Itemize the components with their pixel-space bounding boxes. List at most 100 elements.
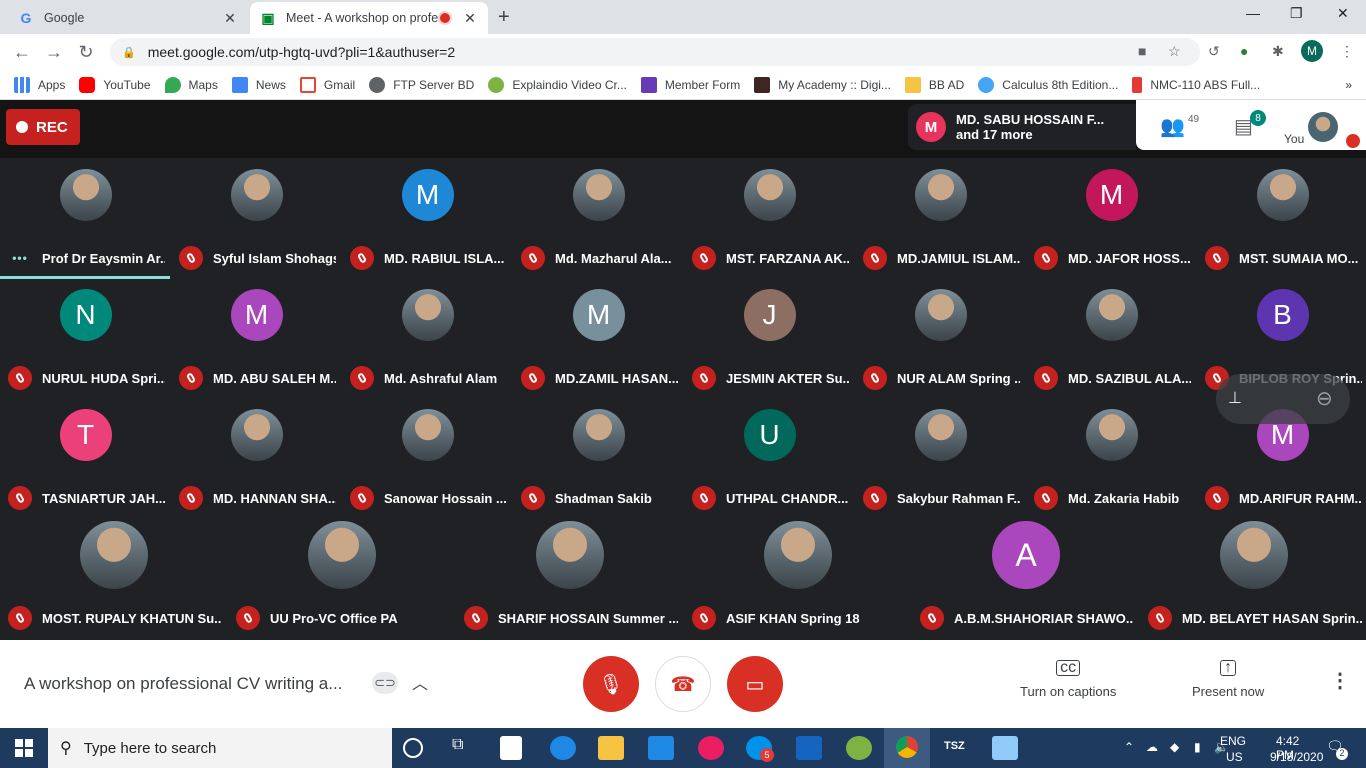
reload-button[interactable]: ↻ <box>70 42 102 63</box>
bookmark-maps[interactable]: Maps <box>164 76 218 93</box>
file-explorer-icon[interactable] <box>598 736 624 760</box>
apps-icon <box>14 76 30 93</box>
menu-icon[interactable]: ⋮ <box>1340 43 1354 60</box>
network-icon[interactable]: ▮ <box>1194 740 1201 754</box>
more-options-button[interactable]: ⋮ <box>1330 668 1350 693</box>
participant-tile[interactable]: MST. FARZANA AK... <box>684 158 855 278</box>
participant-tile[interactable]: ASIF KHAN Spring 18 <box>684 518 912 638</box>
people-icon[interactable]: 👥 <box>1160 114 1185 139</box>
remove-icon[interactable]: ⊖ <box>1316 386 1333 411</box>
app-icon[interactable] <box>698 736 724 760</box>
app-tsz-icon[interactable]: TSZ <box>944 740 970 764</box>
star-icon[interactable]: ☆ <box>1168 43 1181 60</box>
close-icon[interactable]: ✕ <box>462 10 478 27</box>
back-button[interactable]: ← <box>6 42 38 63</box>
new-tab-button[interactable]: + <box>498 6 510 29</box>
bookmark-nmc[interactable]: NMC-110 ABS Full... <box>1132 76 1260 93</box>
attachment-icon[interactable]: ⊂⊃ <box>372 672 398 694</box>
participant-tile[interactable]: MOST. RUPALY KHATUN Su... <box>0 518 228 638</box>
bookmark-calculus[interactable]: Calculus 8th Edition... <box>978 76 1118 93</box>
participant-tile[interactable]: Md. Zakaria Habib <box>1026 398 1197 518</box>
participant-tile[interactable]: MD.JAMIUL ISLAM... <box>855 158 1026 278</box>
word-icon[interactable] <box>796 736 822 760</box>
participant-tile[interactable]: A A.B.M.SHAHORIAR SHAWO... <box>912 518 1140 638</box>
bookmark-youtube[interactable]: YouTube <box>79 76 151 93</box>
bookmark-apps[interactable]: Apps <box>14 76 65 93</box>
participant-tile[interactable]: Sanowar Hossain ... <box>342 398 513 518</box>
participant-avatar <box>764 521 832 589</box>
participant-tile[interactable]: Md. Ashraful Alam <box>342 278 513 398</box>
tab-meet[interactable]: ▣ Meet - A workshop on profe ✕ <box>250 2 488 34</box>
participant-name: MD.ZAMIL HASAN... <box>555 370 678 386</box>
close-window-button[interactable]: ✕ <box>1337 5 1349 22</box>
leave-call-button[interactable]: ☎ <box>655 656 711 712</box>
participant-tile[interactable]: M MD. JAFOR HOSS... <box>1026 158 1197 278</box>
globe-extension-icon[interactable]: ● <box>1240 43 1248 59</box>
chevron-up-icon[interactable]: ︿ <box>412 670 428 694</box>
bookmark-my-academy[interactable]: My Academy :: Digi... <box>754 76 891 93</box>
mail-icon[interactable] <box>648 736 674 760</box>
participant-tile[interactable]: M MD. RABIUL ISLA... <box>342 158 513 278</box>
store-icon[interactable] <box>500 736 522 760</box>
language-indicator[interactable]: ENG <box>1220 734 1246 748</box>
captions-button[interactable]: cc Turn on captions <box>1020 660 1116 700</box>
url-input[interactable]: 🔒 meet.google.com/utp-hgtq-uvd?pli=1&aut… <box>110 38 1200 66</box>
participant-tile[interactable]: MD. SAZIBUL ALA... <box>1026 278 1197 398</box>
notes-icon[interactable] <box>992 736 1018 760</box>
participant-tile[interactable]: U UTHPAL CHANDR... <box>684 398 855 518</box>
minimize-button[interactable]: — <box>1246 5 1260 21</box>
tab-google[interactable]: G Google ✕ <box>8 2 248 34</box>
presenter-card[interactable]: M MD. SABU HOSSAIN F... and 17 more <box>908 104 1136 150</box>
forward-button[interactable]: → <box>38 42 70 63</box>
participant-tile[interactable]: Syful Islam Shohags <box>171 158 342 278</box>
chrome-taskbar-item[interactable] <box>884 728 930 768</box>
bookmarks-overflow-button[interactable]: » <box>1345 78 1352 92</box>
present-now-button[interactable]: ↑ Present now <box>1192 660 1264 700</box>
participant-tile[interactable]: MD. BELAYET HASAN Sprin... <box>1140 518 1366 638</box>
bookmark-news[interactable]: News <box>231 76 286 93</box>
close-icon[interactable]: ✕ <box>222 10 238 27</box>
participant-tile[interactable]: ••• Prof Dr Eaysmin Ar... <box>0 158 171 279</box>
profile-avatar[interactable]: M <box>1301 40 1323 62</box>
edge-icon[interactable] <box>550 736 576 760</box>
participant-tile[interactable]: M MD.ZAMIL HASAN... <box>513 278 684 398</box>
bookmark-ftp[interactable]: FTP Server BD <box>369 76 474 93</box>
participant-tile[interactable]: J JESMIN AKTER Su... <box>684 278 855 398</box>
utorrent-icon[interactable] <box>846 736 872 760</box>
bookmark-member-form[interactable]: Member Form <box>640 76 740 93</box>
dropbox-icon[interactable]: ◆ <box>1170 740 1179 754</box>
participant-tile[interactable]: T TASNIARTUR JAH... <box>0 398 171 518</box>
mic-off-icon <box>179 366 203 390</box>
participant-tile[interactable]: NUR ALAM Spring ... <box>855 278 1026 398</box>
mic-toggle-button[interactable]: 🎙 <box>583 656 639 712</box>
history-icon[interactable]: ↺ <box>1208 43 1220 60</box>
bookmark-gmail[interactable]: Gmail <box>299 76 355 93</box>
participant-tile[interactable]: Shadman Sakib <box>513 398 684 518</box>
participants-panel: 👥 49 ▤ 8 You <box>1136 100 1366 150</box>
taskbar-search[interactable]: ⚲ Type here to search <box>48 728 392 768</box>
participant-grid: ••• Prof Dr Eaysmin Ar... Syful Islam Shoh… <box>0 158 1366 640</box>
maximize-button[interactable]: ❐ <box>1290 5 1303 22</box>
participant-tile[interactable]: Sakybur Rahman F... <box>855 398 1026 518</box>
extensions-icon[interactable]: ✱ <box>1272 43 1284 60</box>
camera-toggle-button[interactable]: ▭ <box>727 656 783 712</box>
participant-tile[interactable]: M MD. ABU SALEH M... <box>171 278 342 398</box>
participant-tile[interactable]: MD. HANNAN SHA... <box>171 398 342 518</box>
pin-icon[interactable]: ⊥ <box>1228 388 1242 408</box>
cloud-icon[interactable]: ☁ <box>1146 740 1158 754</box>
participant-tile[interactable]: SHARIF HOSSAIN Summer ... <box>456 518 684 638</box>
start-button[interactable] <box>0 728 48 768</box>
participant-tile[interactable]: N NURUL HUDA Spri... <box>0 278 171 398</box>
meeting-title[interactable]: A workshop on professional CV writing a.… <box>24 674 342 694</box>
task-view-icon[interactable]: ⧉ <box>452 736 478 760</box>
clock-date[interactable]: 9/18/2020 <box>1270 750 1323 764</box>
cortana-icon[interactable] <box>403 738 423 758</box>
participant-tile[interactable]: UU Pro-VC Office PA <box>228 518 456 638</box>
bookmark-bb-ad[interactable]: BB AD <box>904 76 964 93</box>
bookmark-explaindio[interactable]: Explaindio Video Cr... <box>488 76 627 93</box>
mic-off-icon <box>1034 366 1058 390</box>
participant-tile[interactable]: Md. Mazharul Ala... <box>513 158 684 278</box>
camera-icon[interactable]: ■ <box>1138 43 1146 59</box>
chevron-up-icon[interactable]: ⌃ <box>1124 740 1134 754</box>
participant-tile[interactable]: MST. SUMAIA MO... <box>1197 158 1366 278</box>
